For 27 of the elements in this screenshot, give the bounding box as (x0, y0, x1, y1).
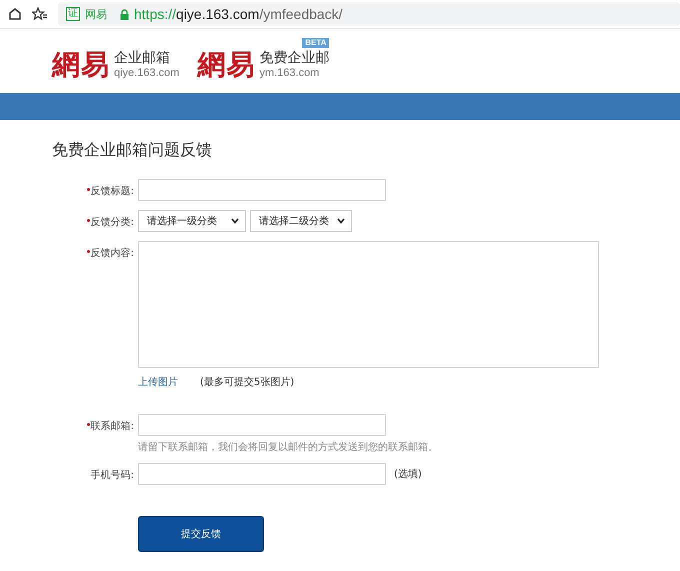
content-textarea[interactable] (138, 241, 599, 368)
submit-button[interactable]: 提交反馈 (138, 516, 264, 552)
chevron-icon (337, 218, 345, 224)
category-dropdown[interactable]: 请选择一级分类 (138, 210, 246, 232)
url-text: https://qiye.163.com/ymfeedback/ (134, 6, 343, 22)
field-label: 反馈内容: (90, 246, 134, 260)
field-label: 反馈标题: (90, 184, 134, 198)
input-field[interactable] (138, 463, 386, 485)
page-title: 免费企业邮箱问题反馈 (52, 140, 213, 161)
certificate-badge: 证 (66, 7, 80, 21)
chevron-icon (231, 218, 239, 224)
input-field[interactable] (138, 179, 386, 201)
field-label: 反馈分类: (90, 216, 134, 229)
input-field[interactable] (138, 414, 386, 436)
address-bar[interactable]: 证 网易 https://qiye.163.com/ymfeedback/ (58, 2, 680, 26)
upload-note: (最多可提交5张图片) (200, 376, 294, 389)
category-dropdown[interactable]: 请选择二级分类 (250, 210, 352, 232)
field-label: 手机号码: (90, 468, 134, 482)
field-hint: 请留下联系邮箱，我们会将回复以邮件的方式发送到您的联系邮箱。 (138, 440, 438, 454)
beta-badge: BETA (302, 38, 330, 48)
bookmark-star-icon[interactable] (32, 7, 48, 21)
upload-link[interactable]: 上传图片 (138, 375, 178, 389)
site-name: 网易 (85, 6, 107, 22)
optional-note: (选填) (394, 468, 422, 481)
lock-icon (120, 8, 129, 20)
field-label: 联系邮箱: (90, 420, 134, 433)
home-icon[interactable] (8, 7, 22, 21)
